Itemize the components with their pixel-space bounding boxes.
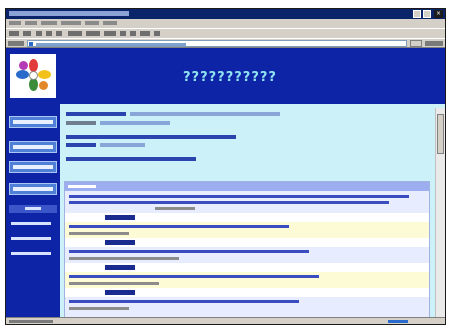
favorites-button[interactable] bbox=[86, 31, 100, 36]
edit-button[interactable] bbox=[140, 31, 150, 36]
close-icon[interactable]: × bbox=[434, 10, 443, 18]
table-row[interactable] bbox=[65, 263, 429, 272]
menu-help[interactable] bbox=[103, 21, 117, 25]
section-heading bbox=[66, 157, 196, 161]
history-button[interactable] bbox=[104, 31, 116, 36]
nav-button-4[interactable] bbox=[9, 183, 57, 195]
nav-button-3-label bbox=[13, 165, 53, 169]
table-row-date bbox=[155, 207, 195, 210]
notice-line-1 bbox=[66, 135, 236, 139]
table-row[interactable] bbox=[65, 222, 429, 238]
heading-line bbox=[66, 112, 126, 116]
nav-link-1[interactable] bbox=[9, 205, 57, 213]
nav-button-1[interactable] bbox=[9, 116, 57, 128]
home-button[interactable] bbox=[56, 31, 62, 36]
table-row[interactable] bbox=[65, 191, 429, 213]
table-row-date bbox=[69, 307, 129, 310]
menu-file[interactable] bbox=[9, 21, 21, 25]
nav-link-3-label bbox=[11, 237, 51, 240]
nav-button-3[interactable] bbox=[9, 161, 57, 173]
meta-label bbox=[66, 121, 96, 125]
nav-button-2-label bbox=[13, 145, 53, 149]
nav-link-4-label bbox=[11, 252, 51, 255]
table-row-title bbox=[105, 265, 135, 270]
status-text bbox=[9, 320, 53, 323]
address-url bbox=[36, 43, 186, 46]
table-row-title bbox=[105, 240, 135, 245]
heading-link[interactable] bbox=[130, 112, 280, 116]
table-row[interactable] bbox=[65, 297, 429, 317]
nav-button-4-label bbox=[13, 187, 53, 191]
refresh-button[interactable] bbox=[46, 31, 52, 36]
table-header bbox=[65, 182, 429, 191]
scrollbar-thumb[interactable] bbox=[437, 114, 444, 154]
print-button[interactable] bbox=[130, 31, 136, 36]
results-table bbox=[64, 181, 430, 317]
mail-button[interactable] bbox=[120, 31, 126, 36]
notice-link[interactable] bbox=[100, 143, 145, 147]
discuss-button[interactable] bbox=[154, 31, 160, 36]
nav-link-2-label bbox=[11, 222, 51, 225]
table-row-text bbox=[69, 225, 289, 228]
site-logo-text[interactable]: ??????????? bbox=[183, 70, 313, 86]
table-row-text bbox=[69, 300, 299, 303]
address-bar bbox=[6, 38, 445, 48]
internet-zone-icon bbox=[388, 320, 408, 323]
table-row-text bbox=[69, 195, 409, 198]
menu-view[interactable] bbox=[41, 21, 57, 25]
nav-link-1-label bbox=[25, 207, 41, 210]
title-bar: × bbox=[6, 9, 445, 19]
table-row-title bbox=[105, 215, 135, 220]
table-row-title bbox=[105, 290, 135, 295]
menu-bar bbox=[6, 19, 445, 28]
maximize-button[interactable] bbox=[423, 10, 431, 18]
stop-button[interactable] bbox=[36, 31, 42, 36]
menu-tools[interactable] bbox=[85, 21, 99, 25]
table-row-text bbox=[69, 275, 319, 278]
table-row-text bbox=[69, 201, 389, 204]
menu-favorites[interactable] bbox=[61, 21, 81, 25]
nav-link-2[interactable] bbox=[9, 220, 57, 228]
nav-link-3[interactable] bbox=[9, 235, 57, 243]
table-row[interactable] bbox=[65, 247, 429, 263]
flower-logo-icon[interactable] bbox=[10, 54, 56, 98]
site-banner: ??????????? bbox=[60, 48, 445, 104]
go-button[interactable] bbox=[410, 40, 422, 47]
table-row[interactable] bbox=[65, 213, 429, 222]
nav-button-1-label bbox=[13, 120, 53, 124]
links-button[interactable] bbox=[425, 41, 443, 46]
table-row-date bbox=[69, 232, 129, 235]
sidebar bbox=[6, 48, 60, 317]
web-page: ??????????? bbox=[6, 48, 445, 317]
search-button[interactable] bbox=[68, 31, 82, 36]
ie-page-icon bbox=[29, 42, 33, 46]
forward-button[interactable] bbox=[23, 31, 31, 36]
menu-edit[interactable] bbox=[25, 21, 37, 25]
window-title bbox=[9, 11, 129, 16]
table-row-date bbox=[69, 257, 179, 260]
nav-link-4[interactable] bbox=[9, 250, 57, 258]
toolbar bbox=[6, 28, 445, 38]
table-row[interactable] bbox=[65, 288, 429, 297]
status-bar bbox=[6, 317, 445, 324]
table-row-text bbox=[69, 250, 309, 253]
table-row[interactable] bbox=[65, 272, 429, 288]
address-input[interactable] bbox=[27, 40, 407, 47]
nav-button-2[interactable] bbox=[9, 141, 57, 153]
back-button[interactable] bbox=[9, 31, 19, 36]
minimize-button[interactable] bbox=[413, 10, 421, 18]
vertical-scrollbar[interactable] bbox=[435, 108, 445, 317]
address-label bbox=[8, 41, 24, 46]
table-row[interactable] bbox=[65, 238, 429, 247]
browser-window: × ??????????? bbox=[5, 8, 446, 325]
table-header-label bbox=[68, 185, 96, 188]
table-row-date bbox=[69, 282, 159, 285]
meta-link[interactable] bbox=[100, 121, 170, 125]
notice-line-2 bbox=[66, 143, 96, 147]
